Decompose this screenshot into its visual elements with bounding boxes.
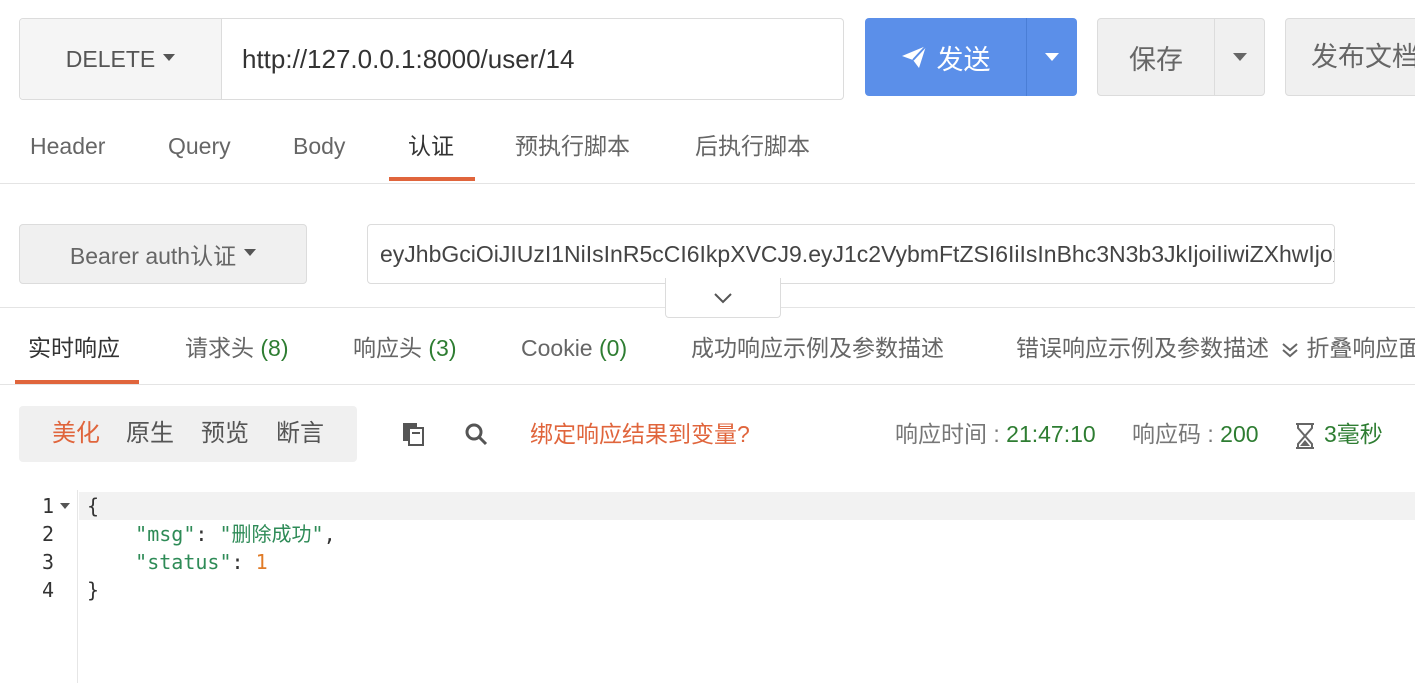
line-number: 1 bbox=[41, 494, 54, 518]
tab-success-example[interactable]: 成功响应示例及参数描述 bbox=[691, 328, 944, 368]
method-select[interactable]: DELETE bbox=[20, 19, 222, 99]
code-line: { bbox=[87, 494, 100, 518]
tab-label: 错误响应示例及参数描述 bbox=[1016, 335, 1269, 361]
url-input[interactable]: http://127.0.0.1:8000/user/14 bbox=[242, 19, 574, 99]
tab-pre-script[interactable]: 预执行脚本 bbox=[515, 126, 630, 166]
tab-query[interactable]: Query bbox=[168, 126, 231, 166]
chevron-down-icon bbox=[714, 292, 732, 303]
code-line: "msg": "删除成功", bbox=[135, 522, 336, 546]
send-button[interactable]: 发送 bbox=[865, 18, 1027, 96]
response-time: 响应时间 : 21:47:10 bbox=[895, 414, 1096, 454]
chevron-down-icon bbox=[244, 248, 257, 256]
double-chevron-down-icon bbox=[1282, 343, 1298, 358]
chevron-down-icon bbox=[163, 53, 176, 61]
tab-preview[interactable]: 预览 bbox=[201, 406, 249, 462]
send-label: 发送 bbox=[936, 44, 991, 75]
line-number: 3 bbox=[41, 550, 54, 574]
json-value: "删除成功" bbox=[219, 522, 324, 546]
tab-pretty[interactable]: 美化 bbox=[52, 406, 100, 462]
duration-value: 3毫秒 bbox=[1324, 421, 1383, 447]
tab-response-headers[interactable]: 响应头 (3) bbox=[353, 328, 457, 368]
line-number: 2 bbox=[41, 522, 54, 546]
auth-type-select[interactable]: Bearer auth认证 bbox=[19, 224, 307, 284]
tab-cookie[interactable]: Cookie (0) bbox=[521, 328, 627, 368]
tab-error-example[interactable]: 错误响应示例及参数描述 bbox=[1016, 328, 1269, 368]
divider bbox=[781, 307, 1415, 308]
paper-plane-icon bbox=[901, 45, 927, 68]
bind-variable-link[interactable]: 绑定响应结果到变量? bbox=[530, 414, 750, 454]
tab-header[interactable]: Header bbox=[30, 126, 105, 166]
tab-request-headers[interactable]: 请求头 (8) bbox=[185, 328, 289, 368]
line-number: 4 bbox=[41, 578, 54, 602]
code-line: } bbox=[87, 578, 100, 602]
active-line-highlight bbox=[79, 492, 1415, 520]
tab-label: 请求头 bbox=[185, 335, 254, 361]
tab-label: 响应头 bbox=[353, 335, 422, 361]
collapse-label: 折叠响应面板 bbox=[1306, 335, 1415, 361]
tab-label: 实时响应 bbox=[28, 335, 120, 361]
publish-doc-button[interactable]: 发布文档 bbox=[1285, 18, 1415, 96]
tab-assert[interactable]: 断言 bbox=[276, 406, 324, 462]
response-time-value: 21:47:10 bbox=[1006, 421, 1096, 447]
tab-label: 成功响应示例及参数描述 bbox=[691, 335, 944, 361]
request-bar: DELETE http://127.0.0.1:8000/user/14 bbox=[19, 18, 844, 100]
active-tab-indicator bbox=[389, 177, 475, 181]
send-button-group: 发送 bbox=[865, 18, 1077, 96]
response-code-label: 响应码 : bbox=[1132, 421, 1221, 447]
response-time-label: 响应时间 : bbox=[895, 421, 1007, 447]
chevron-down-icon bbox=[1232, 53, 1247, 61]
hourglass-icon bbox=[1296, 422, 1314, 449]
send-dropdown-button[interactable] bbox=[1027, 18, 1077, 96]
method-label: DELETE bbox=[65, 45, 156, 72]
copy-icon[interactable] bbox=[397, 418, 429, 450]
save-button[interactable]: 保存 bbox=[1098, 19, 1215, 95]
divider bbox=[0, 384, 1415, 385]
response-duration: 3毫秒 bbox=[1294, 414, 1383, 454]
json-value: 1 bbox=[255, 550, 268, 574]
json-key: "msg" bbox=[135, 522, 196, 546]
save-label: 保存 bbox=[1129, 44, 1183, 75]
fold-icon[interactable] bbox=[60, 503, 70, 509]
tab-raw[interactable]: 原生 bbox=[126, 406, 174, 462]
collapse-toggle-button[interactable] bbox=[665, 278, 781, 318]
divider bbox=[0, 307, 665, 308]
tab-count: (3) bbox=[428, 335, 457, 361]
json-key: "status" bbox=[135, 550, 232, 574]
tab-count: (8) bbox=[260, 335, 289, 361]
tab-label: Cookie bbox=[521, 335, 593, 361]
tab-body[interactable]: Body bbox=[293, 126, 345, 166]
divider bbox=[0, 183, 1415, 184]
response-code-value: 200 bbox=[1220, 421, 1259, 447]
tab-post-script[interactable]: 后执行脚本 bbox=[695, 126, 810, 166]
tab-count: (0) bbox=[599, 335, 628, 361]
tab-live-response[interactable]: 实时响应 bbox=[28, 328, 120, 368]
search-icon[interactable] bbox=[460, 418, 492, 450]
save-dropdown-button[interactable] bbox=[1215, 19, 1264, 95]
auth-type-label: Bearer auth认证 bbox=[69, 243, 237, 269]
response-code: 响应码 : 200 bbox=[1132, 414, 1259, 454]
save-button-group: 保存 bbox=[1097, 18, 1265, 96]
tab-auth[interactable]: 认证 bbox=[408, 126, 454, 166]
format-tabs: 美化 原生 预览 断言 bbox=[19, 406, 357, 462]
collapse-response-button[interactable]: 折叠响应面板 bbox=[1280, 328, 1415, 368]
chevron-down-icon bbox=[1045, 53, 1059, 61]
json-comma: , bbox=[323, 522, 336, 546]
code-line: "status": 1 bbox=[135, 550, 268, 574]
token-input[interactable]: eyJhbGciOiJIUzI1NiIsInR5cCI6IkpXVCJ9.eyJ… bbox=[367, 224, 1335, 284]
